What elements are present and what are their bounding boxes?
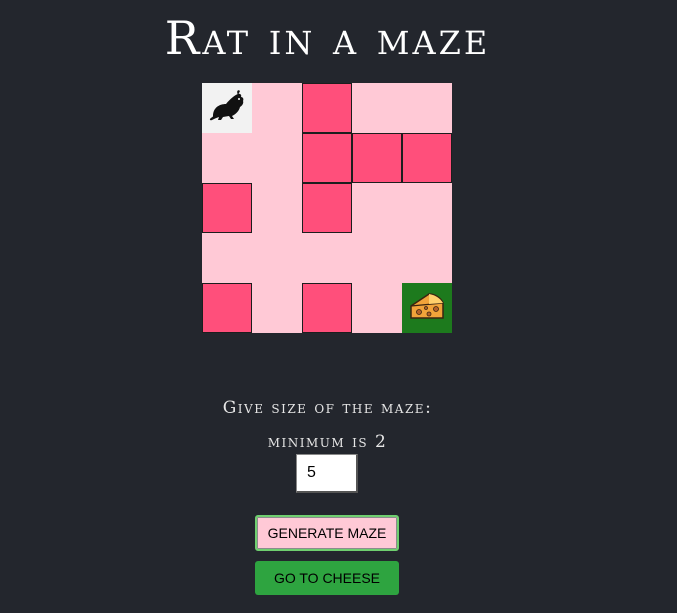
- size-label: Give size of the maze:: [222, 398, 433, 418]
- maze-cell-wall: [302, 83, 352, 133]
- page-title: Rat in a maze: [164, 11, 491, 65]
- rat-icon: [207, 86, 247, 131]
- maze-cell-open: [252, 283, 302, 333]
- go-to-cheese-button[interactable]: GO TO CHEESE: [255, 561, 399, 595]
- maze-cell-wall: [302, 283, 352, 333]
- maze-cell-open: [352, 183, 402, 233]
- maze-cell-wall: [302, 183, 352, 233]
- maze-cell-wall: [202, 183, 252, 233]
- maze-cell-open: [302, 233, 352, 283]
- maze-cell-open: [352, 283, 402, 333]
- minimum-label: minimum is 2: [267, 432, 388, 452]
- maze-cell-open: [252, 233, 302, 283]
- maze-cell-wall: [352, 133, 402, 183]
- maze-cell-open: [202, 133, 252, 183]
- maze-grid: [202, 83, 452, 333]
- maze-cell-wall: [402, 133, 452, 183]
- maze-cell-open: [202, 233, 252, 283]
- maze-cell-goal: [402, 283, 452, 333]
- maze-cell-open: [252, 133, 302, 183]
- maze-cell-open: [402, 183, 452, 233]
- maze-cell-open: [402, 83, 452, 133]
- cheese-icon: [407, 288, 447, 329]
- maze-cell-wall: [302, 133, 352, 183]
- maze-cell-open: [252, 183, 302, 233]
- maze-cell-open: [402, 233, 452, 283]
- maze-cell-start: [202, 83, 252, 133]
- generate-maze-button[interactable]: GENERATE MAZE: [255, 515, 399, 551]
- page: Rat in a maze Give size of the maze: min…: [0, 0, 677, 613]
- maze-size-input[interactable]: [296, 454, 358, 493]
- maze-cell-open: [252, 83, 302, 133]
- maze-cell-wall: [202, 283, 252, 333]
- maze-cell-open: [352, 233, 402, 283]
- maze-cell-open: [352, 83, 402, 133]
